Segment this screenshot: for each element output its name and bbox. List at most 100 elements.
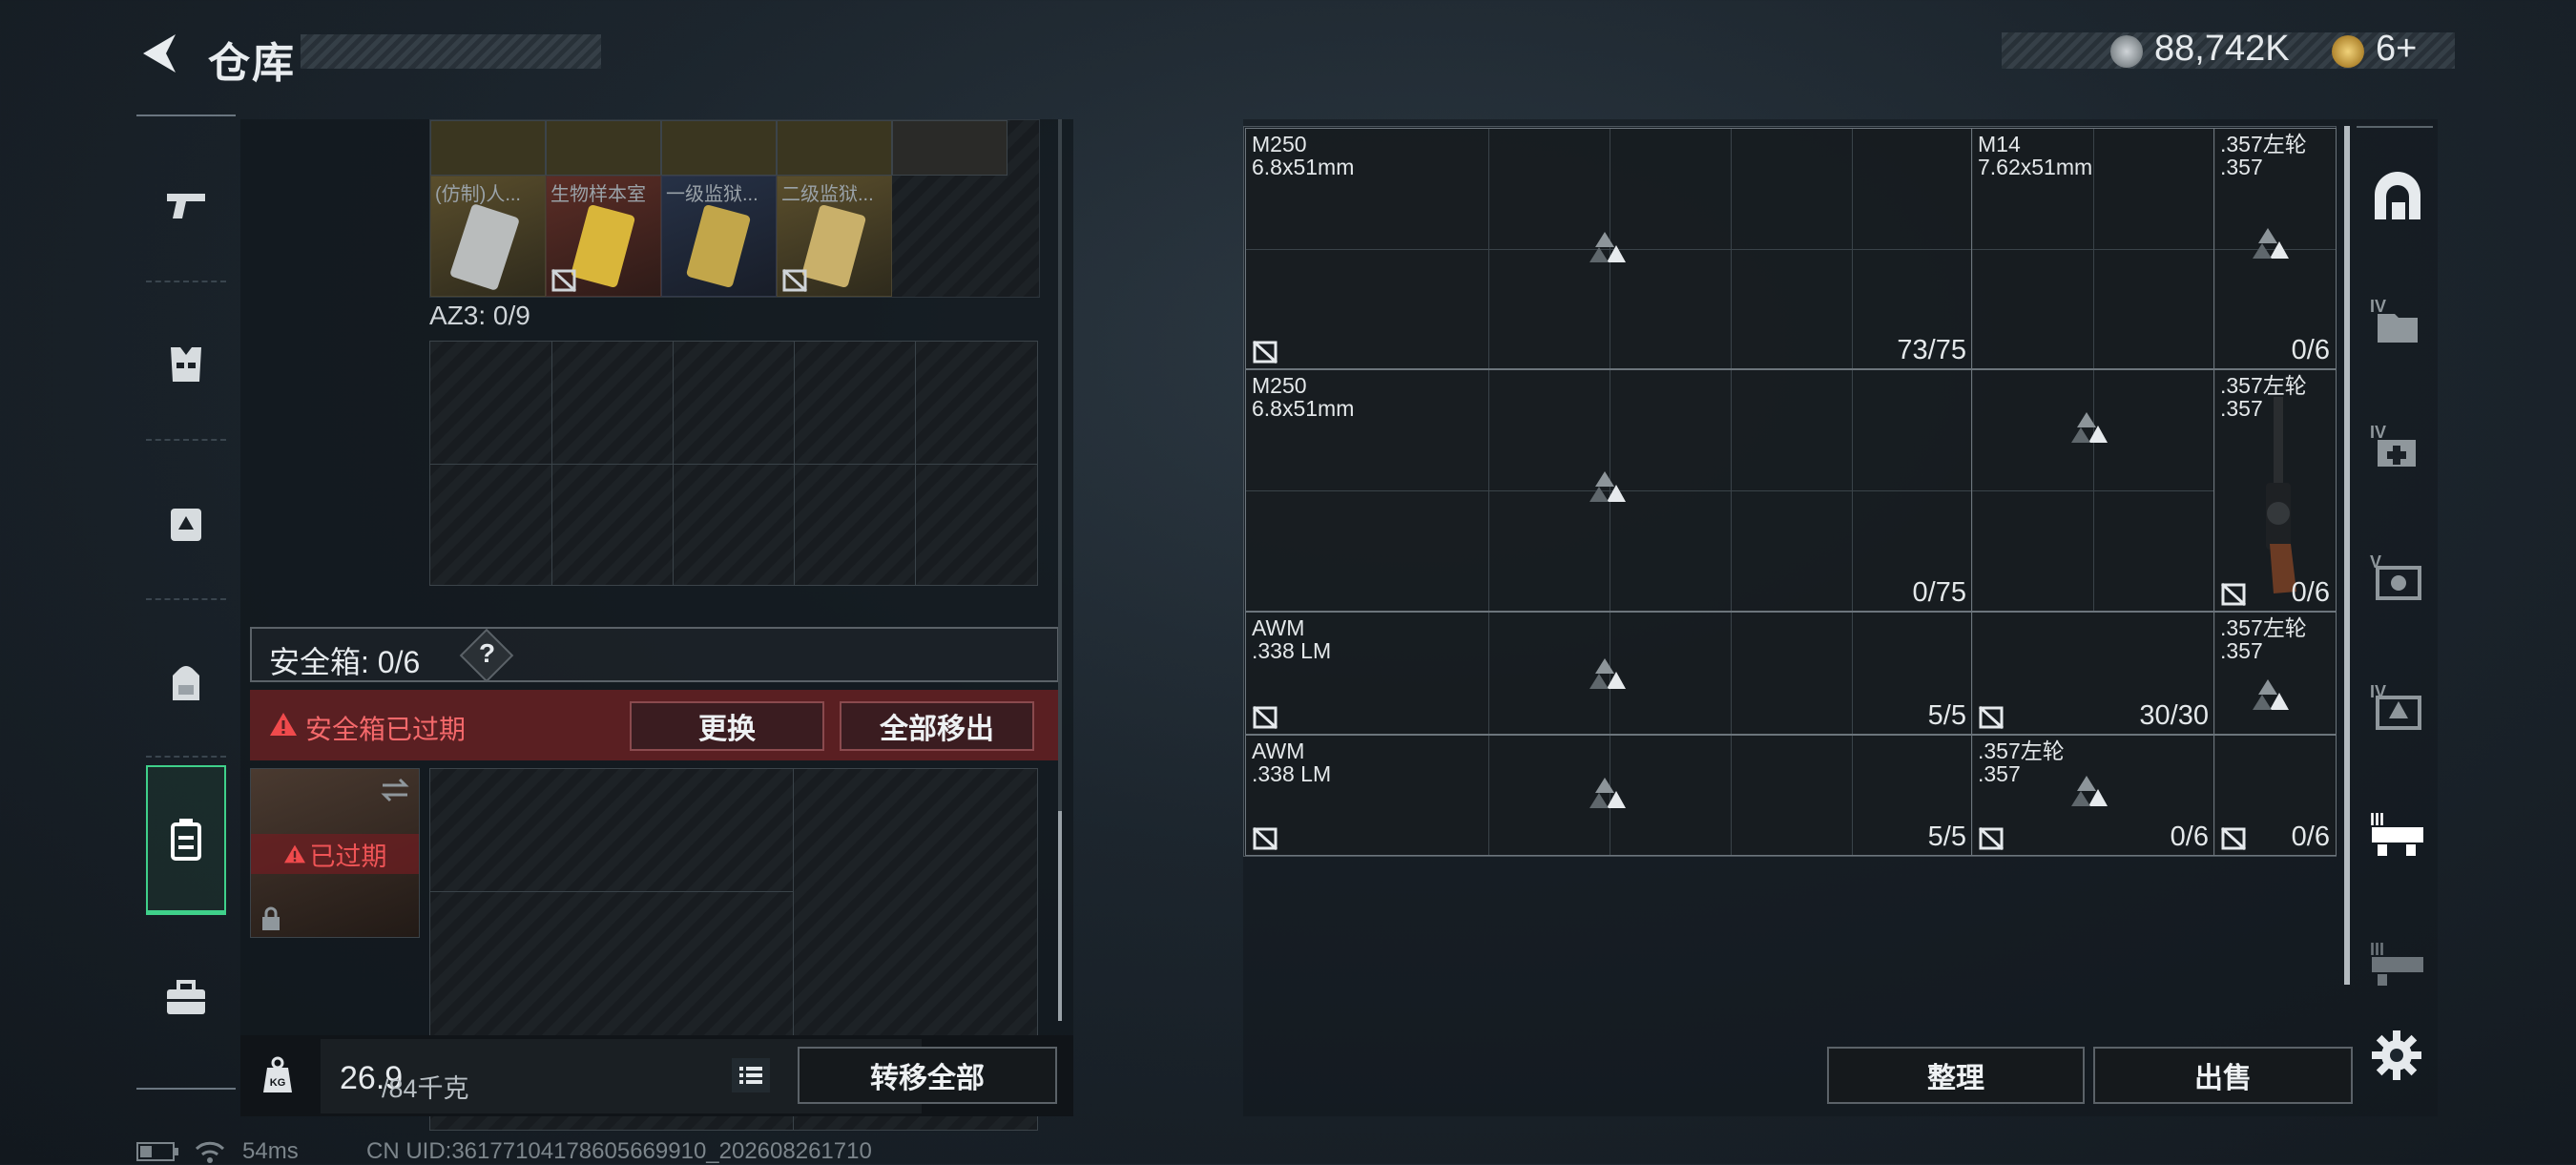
ticket-count: 6+ (2376, 29, 2418, 69)
ammo-name: M250 6.8x51mm (1252, 373, 1355, 421)
item-label: 生物样本室 (551, 184, 646, 205)
safe-case-icon (171, 819, 201, 861)
home-arch-icon (2375, 172, 2420, 219)
stash-tab-home[interactable] (2352, 149, 2443, 240)
stash-tab-medical[interactable]: IV (2352, 401, 2443, 492)
ammo-stack[interactable]: AWM .338 LM 5/5 (1245, 612, 1973, 735)
ammo-count: 0/6 (2170, 822, 2209, 852)
item-card[interactable]: 一级监狱... (661, 176, 777, 297)
category-sidebar (136, 114, 236, 1090)
expired-warning-text: 安全箱已过期 (305, 715, 467, 744)
ammo-name: M250 6.8x51mm (1252, 132, 1355, 179)
transfer-all-button[interactable]: 转移全部 (798, 1047, 1057, 1104)
stash-tab-8[interactable]: III (2352, 918, 2443, 1009)
gear-icon (2372, 1030, 2421, 1080)
ammo-box-icon: III (2370, 810, 2423, 856)
chest-rig-tab[interactable] (148, 486, 224, 562)
stash-tab-5[interactable]: V (2352, 530, 2443, 622)
ammo-name: AWM .338 LM (1252, 739, 1332, 786)
swap-icon[interactable] (379, 777, 411, 803)
uid-text: CN UID:36177104178605669910_202608261710 (366, 1138, 872, 1164)
item-card[interactable]: 生物样本室 (546, 176, 661, 297)
ammo-count: 5/5 (1927, 700, 1966, 731)
warning-icon (270, 713, 297, 736)
item-slot[interactable] (777, 120, 892, 176)
ammo-icon (1589, 658, 1626, 689)
container-scrollbar-thumb[interactable] (1058, 811, 1062, 1021)
ammo-count: 0/75 (1912, 577, 1966, 608)
safebox-header: 安全箱: 0/6 ? ? (250, 627, 1059, 683)
stash-scrollbar-thumb[interactable] (2344, 126, 2350, 985)
safebox-label: 安全箱: 0/6 (269, 645, 421, 679)
expired-warning-bar: 安全箱已过期 更换 全部移出 (250, 690, 1059, 760)
pistol-icon (167, 194, 205, 218)
move-all-out-button[interactable]: 全部移出 (840, 701, 1034, 751)
item-card[interactable]: (仿制)人... (430, 176, 546, 297)
backpack-tab[interactable] (148, 645, 224, 721)
item-slot[interactable] (430, 120, 546, 176)
weight-capacity: /84千克 (382, 1074, 469, 1103)
sell-button[interactable]: 出售 (2093, 1047, 2353, 1104)
az3-grid[interactable] (429, 341, 1038, 586)
svg-text:KG: KG (270, 1077, 286, 1089)
ammo-name: .357左轮 .357 (2220, 615, 2307, 663)
ammo-stack[interactable]: M14 7.62x51mm (1971, 128, 2215, 369)
svg-text:III: III (2370, 810, 2384, 829)
keycard-image (570, 203, 636, 289)
stash-tab-4[interactable]: IV (2352, 275, 2443, 366)
ammo-name: M14 7.62x51mm (1978, 132, 2093, 179)
stash-tab-ammo-active[interactable]: III (2352, 788, 2443, 880)
ammo-stack[interactable] (1971, 369, 2215, 612)
ammo-stack[interactable]: .357左轮 .357 (2213, 612, 2337, 735)
ammo-stack[interactable]: AWM .338 LM 5/5 (1245, 735, 1973, 856)
ammo-stack[interactable]: .357左轮 .357 0/6 (2213, 128, 2337, 369)
safe-case-item[interactable]: 已过期 (250, 768, 420, 938)
ammo-stack[interactable]: M250 6.8x51mm 73/75 (1245, 128, 1973, 369)
ammo-name: .357左轮 .357 (2220, 132, 2307, 179)
item-slot[interactable] (661, 120, 777, 176)
ammo-icon (2253, 679, 2289, 710)
no-insure-icon (1252, 705, 1278, 730)
list-icon[interactable] (732, 1058, 770, 1092)
weapon-tab[interactable] (148, 169, 224, 245)
coin-icon (2110, 35, 2143, 68)
sort-button[interactable]: 整理 (1827, 1047, 2085, 1104)
ammo-stack[interactable]: 30/30 (1971, 612, 2215, 735)
keycard-image (685, 203, 752, 289)
ammo-stack[interactable]: M250 6.8x51mm 0/75 (1245, 369, 1973, 612)
no-insure-icon (1252, 340, 1278, 364)
no-insure-icon (2220, 582, 2247, 607)
item-slot[interactable] (546, 120, 661, 176)
ammo-count: 73/75 (1897, 335, 1966, 365)
svg-text:III: III (2370, 940, 2384, 959)
ammo-icon (1589, 232, 1626, 262)
ammo-count: 5/5 (1927, 822, 1966, 852)
expired-badge-text: 已过期 (309, 842, 387, 871)
armor-tab[interactable] (148, 326, 224, 403)
no-insure-icon (1978, 705, 2005, 730)
ammo-stack[interactable]: 0/6 (2213, 735, 2337, 856)
settings-button[interactable] (2368, 1027, 2425, 1084)
ammo-icon (2071, 776, 2108, 806)
toolbox-icon (167, 980, 205, 1014)
stash-tab-6[interactable]: IV (2352, 660, 2443, 752)
ping-text: 54ms (242, 1138, 299, 1164)
ammo-count: 0/6 (2291, 577, 2330, 608)
weapon-item[interactable]: .357左轮 .357 0/6 (2213, 369, 2337, 612)
toolbox-tab[interactable] (148, 960, 224, 1036)
item-label: 二级监狱... (781, 184, 874, 205)
item-slot[interactable] (892, 120, 1008, 176)
no-insure-icon (1252, 826, 1278, 851)
back-arrow-icon (143, 34, 176, 73)
item-card[interactable]: 二级监狱... (777, 176, 892, 297)
weight-icon: KG (263, 1056, 292, 1092)
folder-plus-icon: IV (2370, 297, 2418, 343)
no-insure-icon (2220, 826, 2247, 851)
safe-case-tab[interactable] (146, 765, 226, 914)
item-grid-top: (仿制)人... 生物样本室 一级监狱... 二级监狱... (429, 119, 1040, 298)
replace-button[interactable]: 更换 (630, 701, 824, 751)
no-insure-icon (551, 268, 577, 293)
back-button[interactable] (134, 27, 187, 80)
ammo-count: 0/6 (2291, 822, 2330, 852)
ammo-stack[interactable]: .357左轮 .357 0/6 (1971, 735, 2215, 856)
